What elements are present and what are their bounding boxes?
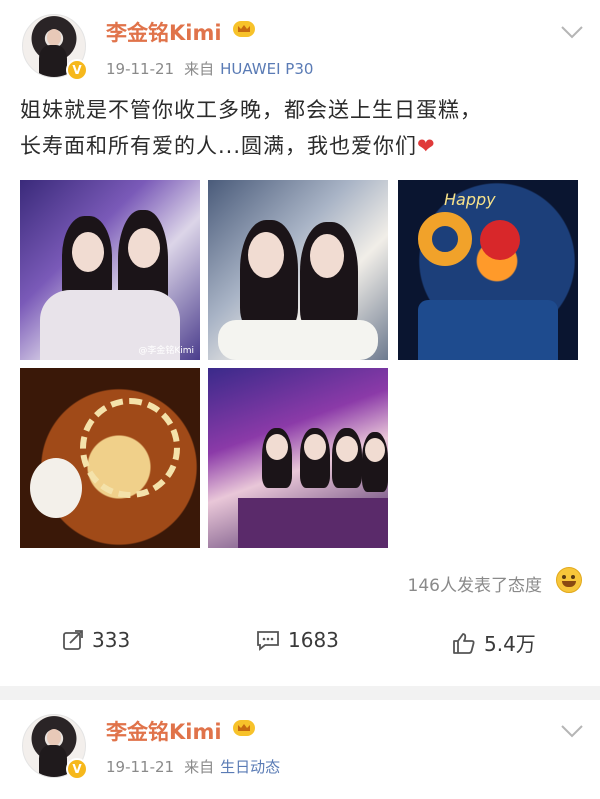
author-name[interactable]: 李金铭Kimi bbox=[106, 716, 222, 746]
verified-v-icon: V bbox=[66, 59, 88, 81]
post-meta: 19-11-21 来自 生日动态 bbox=[106, 756, 290, 777]
like-button[interactable]: 5.4万 bbox=[452, 628, 536, 657]
post-meta: 19-11-21 来自 HUAWEI P30 bbox=[106, 58, 323, 79]
heart-emoji: ❤ bbox=[417, 134, 436, 158]
post-date: 19-11-21 bbox=[106, 60, 175, 78]
like-count: 5.4万 bbox=[484, 632, 536, 656]
comment-count: 1683 bbox=[288, 628, 339, 652]
post-source[interactable]: 生日动态 bbox=[220, 758, 280, 776]
like-icon bbox=[453, 632, 475, 654]
repost-button[interactable]: 333 bbox=[62, 628, 130, 652]
source-prefix: 来自 bbox=[184, 60, 215, 78]
crown-icon bbox=[233, 21, 255, 37]
photo-watermark: @李金铭Kimi bbox=[138, 346, 194, 356]
repost-count: 333 bbox=[92, 628, 131, 652]
photo-5[interactable] bbox=[208, 368, 388, 548]
reactions-count[interactable]: 146人发表了态度 bbox=[408, 571, 542, 596]
photo-4[interactable] bbox=[20, 368, 200, 548]
post-date: 19-11-21 bbox=[106, 758, 175, 776]
post-text-line-2: 长寿面和所有爱的人...圆满，我也爱你们 bbox=[20, 134, 418, 158]
verified-v-icon: V bbox=[66, 758, 88, 780]
post-text: 姐妹就是不管你收工多晚，都会送上生日蛋糕， 长寿面和所有爱的人...圆满，我也爱… bbox=[20, 92, 580, 164]
comment-button[interactable]: 1683 bbox=[256, 628, 339, 652]
photo-1[interactable]: @李金铭Kimi bbox=[20, 180, 200, 360]
comment-icon bbox=[257, 631, 279, 651]
post-text-line-1: 姐妹就是不管你收工多晚，都会送上生日蛋糕， bbox=[20, 98, 482, 122]
chevron-down-icon[interactable] bbox=[560, 724, 584, 738]
author-name[interactable]: 李金铭Kimi bbox=[106, 17, 222, 47]
laugh-emoji[interactable] bbox=[556, 567, 582, 593]
post-divider bbox=[0, 686, 600, 700]
repost-icon bbox=[63, 630, 83, 650]
photo-2[interactable] bbox=[208, 180, 388, 360]
chevron-down-icon[interactable] bbox=[560, 25, 584, 39]
crown-icon bbox=[233, 720, 255, 736]
post-source[interactable]: HUAWEI P30 bbox=[220, 60, 313, 78]
photo-3[interactable]: Happy bbox=[398, 180, 578, 360]
source-prefix: 来自 bbox=[184, 758, 215, 776]
